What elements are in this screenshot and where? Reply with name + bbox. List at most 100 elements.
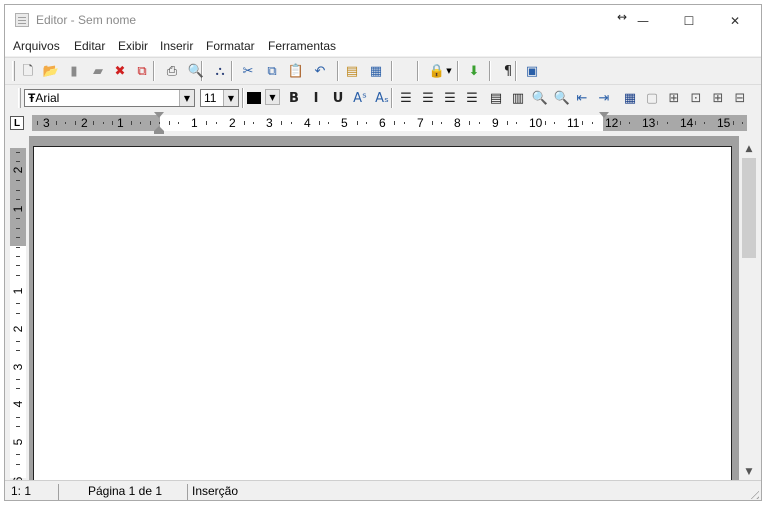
menu-ferramentas[interactable]: Ferramentas bbox=[268, 39, 336, 53]
minimize-button[interactable]: — bbox=[620, 5, 666, 36]
scroll-up-icon[interactable]: ▲ bbox=[740, 140, 758, 157]
find-icon[interactable]: ⛬ bbox=[211, 62, 229, 80]
bullet-list-icon[interactable]: ▤ bbox=[487, 89, 505, 107]
align-center-icon[interactable]: ☰ bbox=[419, 89, 437, 107]
menu-arquivos[interactable]: Arquivos bbox=[13, 39, 60, 53]
ruler-tick bbox=[140, 122, 141, 124]
ruler-tick bbox=[16, 161, 20, 162]
ruler-number: 4 bbox=[11, 400, 25, 408]
maximize-button[interactable]: ☐ bbox=[666, 5, 712, 36]
save-as-icon[interactable]: ▰ bbox=[89, 62, 107, 80]
ruler-number: 1 bbox=[11, 287, 25, 295]
menu-bar: Arquivos Editar Exibir Inserir Formatar … bbox=[5, 36, 761, 56]
ruler-tick bbox=[103, 122, 104, 124]
print-icon[interactable]: ⎙ bbox=[163, 62, 181, 80]
toolbar-separator bbox=[489, 61, 491, 81]
paste-icon[interactable]: 📋 bbox=[287, 62, 305, 80]
delete-icon[interactable]: ✖ bbox=[111, 62, 129, 80]
italic-icon[interactable]: I bbox=[307, 89, 325, 107]
table-borders-more-icon[interactable]: ⊟ bbox=[731, 89, 749, 107]
font-color-select[interactable]: ▼ bbox=[246, 89, 280, 107]
align-justify-icon[interactable]: ☰ bbox=[441, 89, 459, 107]
ruler-number: 8 bbox=[454, 116, 461, 130]
underline-icon[interactable]: U bbox=[329, 89, 347, 107]
zoom-out-icon[interactable]: 🔍 bbox=[553, 89, 571, 107]
ruler-tick bbox=[554, 122, 555, 124]
menu-editar[interactable]: Editar bbox=[74, 39, 105, 53]
ruler-tick bbox=[16, 199, 20, 200]
chevron-down-icon[interactable]: ▼ bbox=[445, 62, 453, 80]
new-document-icon[interactable]: 🗋 bbox=[19, 62, 37, 80]
zoom-in-icon[interactable]: 🔍 bbox=[531, 89, 549, 107]
table-borders-all-icon[interactable]: ⊞ bbox=[665, 89, 683, 107]
table-borders-outer-icon[interactable]: ⊡ bbox=[687, 89, 705, 107]
toolbar-separator bbox=[231, 61, 233, 81]
align-right-icon[interactable]: ☰ bbox=[463, 89, 481, 107]
lock-icon[interactable]: 🔒 bbox=[428, 62, 446, 80]
ruler-tick bbox=[319, 121, 320, 125]
ruler-tick bbox=[432, 121, 433, 125]
superscript-icon[interactable]: Aˢ bbox=[351, 89, 369, 107]
indent-decrease-icon[interactable]: ⇤ bbox=[573, 89, 591, 107]
document-page[interactable] bbox=[33, 146, 732, 486]
ruler-tick bbox=[16, 388, 20, 389]
scroll-down-icon[interactable]: ▼ bbox=[740, 463, 758, 480]
toolbar-grip[interactable] bbox=[12, 61, 15, 81]
table-borders-none-icon[interactable]: ▢ bbox=[643, 89, 661, 107]
menu-exibir[interactable]: Exibir bbox=[118, 39, 148, 53]
numbered-list-icon[interactable]: ▥ bbox=[509, 89, 527, 107]
undo-icon[interactable]: ↶ bbox=[311, 62, 329, 80]
font-name-select[interactable]: ŦArial ▼ bbox=[24, 89, 195, 107]
menu-inserir[interactable]: Inserir bbox=[160, 39, 193, 53]
toolbar-separator bbox=[242, 88, 244, 108]
document-area bbox=[29, 136, 739, 486]
page-setup-icon[interactable]: ▤ bbox=[343, 62, 361, 80]
font-size-select[interactable]: 11 ▼ bbox=[200, 89, 239, 107]
copy-icon[interactable]: ⧉ bbox=[263, 62, 281, 80]
print-preview-icon[interactable]: 🔍 bbox=[187, 62, 205, 80]
horizontal-ruler[interactable]: L 3 2 1 1 2 3 4 5 6 7 8 9 10 11 12 13 14 15 bbox=[5, 110, 761, 136]
ruler-tick bbox=[65, 122, 66, 124]
ruler-tick bbox=[281, 121, 282, 125]
table-borders-inner-icon[interactable]: ⊞ bbox=[709, 89, 727, 107]
align-left-icon[interactable]: ☰ bbox=[397, 89, 415, 107]
cut-icon[interactable]: ✂ bbox=[239, 62, 257, 80]
bold-icon[interactable]: B bbox=[285, 89, 303, 107]
tab-stop-selector[interactable]: L bbox=[10, 116, 24, 130]
ruler-number: 5 bbox=[11, 438, 25, 446]
properties-icon[interactable]: ▦ bbox=[367, 62, 385, 80]
save-icon[interactable]: ▮ bbox=[65, 62, 83, 80]
font-name-value: ŦArial bbox=[28, 91, 60, 105]
open-folder-icon[interactable]: 📂 bbox=[42, 62, 60, 80]
ruler-tick bbox=[733, 121, 734, 125]
chevron-down-icon[interactable]: ▼ bbox=[223, 90, 238, 106]
ruler-tick bbox=[667, 122, 668, 124]
chevron-down-icon[interactable]: ▼ bbox=[179, 90, 194, 106]
ruler-tick bbox=[620, 121, 621, 125]
pdf-icon[interactable]: ⧉ bbox=[133, 62, 151, 80]
chevron-down-icon[interactable]: ▼ bbox=[265, 89, 280, 105]
download-icon[interactable]: ⬇ bbox=[465, 62, 483, 80]
ruler-number: 2 bbox=[11, 325, 25, 333]
status-bar: 1: 1 Página 1 de 1 Inserção bbox=[5, 480, 761, 500]
vertical-scrollbar[interactable]: ▲ ▼ bbox=[740, 136, 758, 480]
scroll-thumb[interactable] bbox=[742, 158, 756, 258]
indent-increase-icon[interactable]: ⇥ bbox=[595, 89, 613, 107]
ruler-number: 5 bbox=[341, 116, 348, 130]
ruler-tick bbox=[469, 121, 470, 125]
subscript-icon[interactable]: Aₛ bbox=[373, 89, 391, 107]
close-button[interactable]: ✕ bbox=[712, 5, 758, 36]
ruler-tick bbox=[16, 350, 20, 351]
menu-formatar[interactable]: Formatar bbox=[206, 39, 255, 53]
ruler-tick bbox=[206, 121, 207, 125]
toolbar-grip[interactable] bbox=[18, 88, 21, 108]
paragraph-icon[interactable]: ¶ bbox=[499, 62, 517, 80]
ruler-tick bbox=[695, 121, 696, 125]
ruler-number: 1 bbox=[191, 116, 198, 130]
resize-grip[interactable] bbox=[747, 487, 759, 499]
text-box-icon[interactable]: ▣ bbox=[523, 62, 541, 80]
ruler-number: 15 bbox=[717, 116, 731, 130]
ruler-tick bbox=[16, 265, 20, 266]
table-icon[interactable]: ▦ bbox=[621, 89, 639, 107]
toolbar-separator bbox=[153, 61, 155, 81]
